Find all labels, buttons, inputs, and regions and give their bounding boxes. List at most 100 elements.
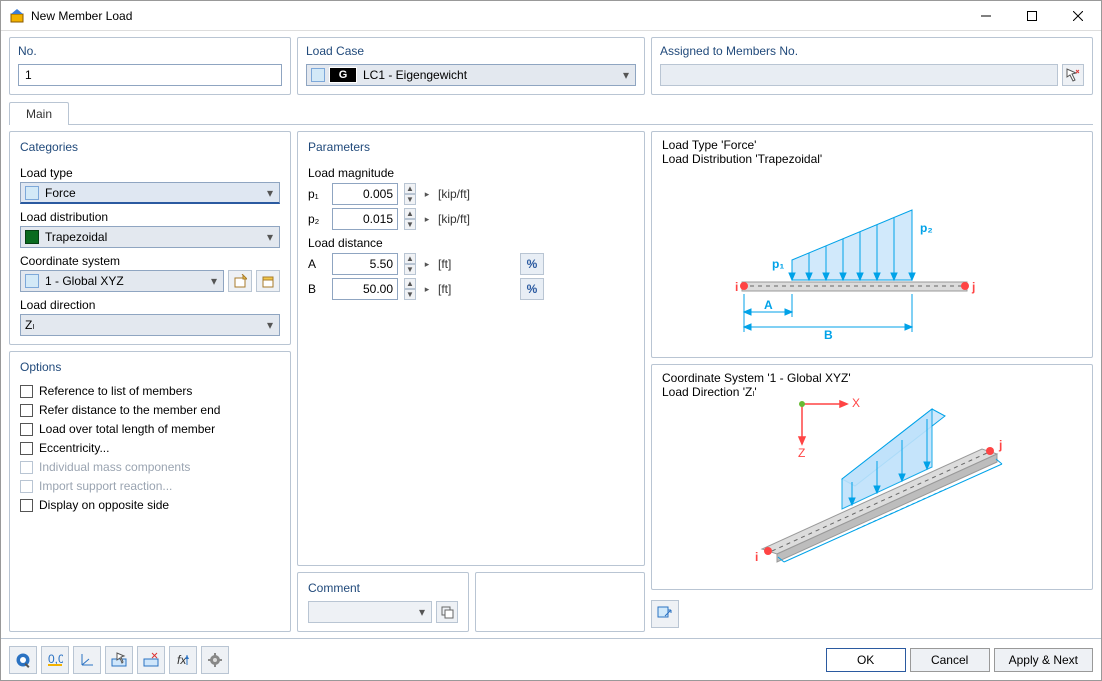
- new-coord-sys-button[interactable]: [228, 270, 252, 292]
- opt-refer-distance-end[interactable]: Refer distance to the member end: [20, 403, 280, 417]
- options-title: Options: [20, 356, 280, 380]
- close-button[interactable]: [1055, 1, 1101, 30]
- pick-members-button[interactable]: [1062, 64, 1084, 86]
- opt-eccentricity[interactable]: Eccentricity...: [20, 441, 280, 455]
- checkbox-icon: [20, 404, 33, 417]
- window-title: New Member Load: [31, 9, 963, 23]
- titlebar: New Member Load: [1, 1, 1101, 31]
- svg-text:B: B: [824, 328, 833, 342]
- opt-import-support-reaction: Import support reaction...: [20, 479, 280, 493]
- svg-text:A: A: [764, 298, 773, 312]
- svg-text:fx: fx: [177, 653, 187, 667]
- load-type-value: Force: [45, 186, 261, 200]
- load-type-label: Load type: [20, 166, 280, 180]
- middle-column: Parameters Load magnitude p₁ ▲▼ ▸ [kip/f…: [297, 131, 645, 632]
- load-type-select[interactable]: Force ▾: [20, 182, 280, 204]
- chevron-down-icon: ▾: [261, 230, 279, 244]
- step-right-icon[interactable]: ▸: [422, 278, 432, 300]
- left-column: Categories Load type Force ▾ Load distri…: [9, 131, 291, 632]
- minimize-button[interactable]: [963, 1, 1009, 30]
- diagram-tools: [651, 596, 1093, 632]
- svg-text:p₁: p₁: [772, 257, 784, 271]
- comment-select[interactable]: ▾: [308, 601, 432, 623]
- pointer-button[interactable]: [105, 646, 133, 674]
- p2-label: p₂: [308, 212, 326, 226]
- help-button[interactable]: [9, 646, 37, 674]
- step-right-icon[interactable]: ▸: [422, 253, 432, 275]
- tab-main[interactable]: Main: [9, 102, 69, 125]
- A-spinner[interactable]: ▲▼: [404, 253, 416, 275]
- chevron-down-icon: ▾: [205, 274, 223, 288]
- p1-input[interactable]: [332, 183, 398, 205]
- step-right-icon[interactable]: ▸: [422, 183, 432, 205]
- p2-row: p₂ ▲▼ ▸ [kip/ft]: [308, 208, 634, 230]
- edit-coord-sys-button[interactable]: [256, 270, 280, 292]
- diagram-load-type: Load Type 'Force' Load Distribution 'Tra…: [651, 131, 1093, 358]
- no-field-group: No.: [9, 37, 291, 95]
- comment-blank-group: [475, 572, 645, 632]
- comment-row: Comment ▾: [297, 572, 645, 632]
- distance-label: Load distance: [308, 236, 634, 250]
- load-type-swatch-icon: [25, 186, 39, 200]
- assigned-members-input[interactable]: [660, 64, 1058, 86]
- load-case-select[interactable]: G LC1 - Eigengewicht ▾: [306, 64, 636, 86]
- coord-sys-swatch-icon: [25, 274, 39, 288]
- function-button[interactable]: fx: [169, 646, 197, 674]
- dialog-body: Categories Load type Force ▾ Load distri…: [1, 125, 1101, 638]
- load-case-swatch: [311, 68, 325, 82]
- B-row: B ▲▼ ▸ [ft] %: [308, 278, 634, 300]
- B-percent-button[interactable]: %: [520, 278, 544, 300]
- units-button[interactable]: 0,00: [41, 646, 69, 674]
- B-input[interactable]: [332, 278, 398, 300]
- isometric-load-illustration: X Z i j: [652, 379, 1082, 589]
- load-dir-select[interactable]: Zₗ ▾: [20, 314, 280, 336]
- p1-row: p₁ ▲▼ ▸ [kip/ft]: [308, 183, 634, 205]
- comment-copy-button[interactable]: [436, 601, 458, 623]
- coord-sys-select[interactable]: 1 - Global XYZ ▾: [20, 270, 224, 292]
- p2-input[interactable]: [332, 208, 398, 230]
- opt-reference-list[interactable]: Reference to list of members: [20, 384, 280, 398]
- p2-spinner[interactable]: ▲▼: [404, 208, 416, 230]
- opt-display-opposite[interactable]: Display on opposite side: [20, 498, 280, 512]
- right-column: Load Type 'Force' Load Distribution 'Tra…: [651, 131, 1093, 632]
- svg-text:0,00: 0,00: [48, 652, 63, 666]
- A-label: A: [308, 257, 326, 271]
- maximize-button[interactable]: [1009, 1, 1055, 30]
- checkbox-icon: [20, 442, 33, 455]
- svg-text:j: j: [971, 280, 975, 294]
- no-input[interactable]: [18, 64, 282, 86]
- opt-load-over-total-length[interactable]: Load over total length of member: [20, 422, 280, 436]
- footer: 0,00 fx OK Cancel Apply & Next: [1, 638, 1101, 680]
- load-dist-swatch-icon: [25, 230, 39, 244]
- trapezoidal-load-illustration: i j p₁ p₂: [652, 172, 1082, 357]
- ok-button[interactable]: OK: [826, 648, 906, 672]
- load-case-category-badge: G: [329, 67, 357, 83]
- diagram1-line1: Load Type 'Force': [662, 138, 1082, 152]
- load-dist-select[interactable]: Trapezoidal ▾: [20, 226, 280, 248]
- A-percent-button[interactable]: %: [520, 253, 544, 275]
- settings-gear-button[interactable]: [201, 646, 229, 674]
- B-spinner[interactable]: ▲▼: [404, 278, 416, 300]
- app-icon: [9, 8, 25, 24]
- diagram-swap-button[interactable]: [651, 600, 679, 628]
- A-unit: [ft]: [438, 257, 480, 271]
- step-right-icon[interactable]: ▸: [422, 208, 432, 230]
- assigned-members-group: Assigned to Members No.: [651, 37, 1093, 95]
- p1-spinner[interactable]: ▲▼: [404, 183, 416, 205]
- window-buttons: [963, 1, 1101, 30]
- dialog-window: New Member Load No. Load Case G LC1 - Ei…: [0, 0, 1102, 681]
- delete-load-button[interactable]: [137, 646, 165, 674]
- chevron-down-icon: ▾: [617, 68, 635, 82]
- B-label: B: [308, 282, 326, 296]
- chevron-down-icon: ▾: [261, 186, 279, 200]
- comment-group: Comment ▾: [297, 572, 469, 632]
- apply-next-button[interactable]: Apply & Next: [994, 648, 1093, 672]
- p2-unit: [kip/ft]: [438, 212, 480, 226]
- A-input[interactable]: [332, 253, 398, 275]
- axis-button[interactable]: [73, 646, 101, 674]
- cancel-button[interactable]: Cancel: [910, 648, 990, 672]
- categories-title: Categories: [20, 136, 280, 160]
- tabs: Main: [1, 95, 1101, 125]
- svg-text:i: i: [755, 550, 758, 564]
- load-case-field-group: Load Case G LC1 - Eigengewicht ▾: [297, 37, 645, 95]
